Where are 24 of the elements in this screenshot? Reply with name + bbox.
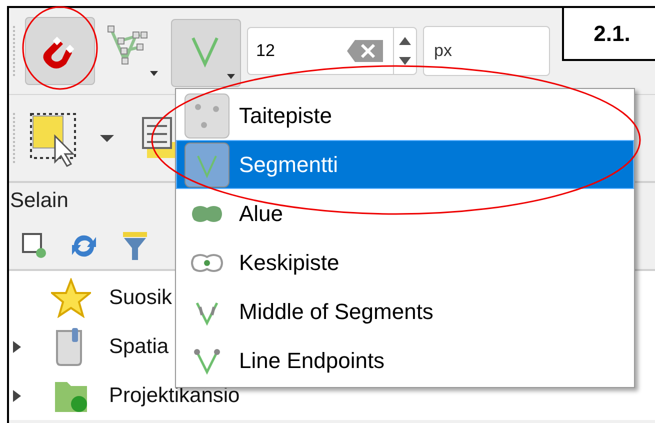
expand-arrow-icon[interactable] bbox=[11, 388, 23, 404]
step-label: 2.1. bbox=[562, 6, 655, 61]
tree-item[interactable]: Spatia bbox=[109, 334, 169, 358]
menu-item[interactable]: Taitepiste bbox=[176, 91, 634, 140]
tree-item[interactable]: Suosik bbox=[109, 286, 172, 310]
vertices-icon bbox=[184, 92, 230, 138]
filter-icon[interactable] bbox=[121, 230, 149, 262]
menu-item[interactable]: Middle of Segments bbox=[176, 287, 634, 336]
menu-item[interactable]: Segmentti bbox=[176, 140, 634, 189]
snapping-button[interactable] bbox=[25, 17, 95, 85]
menu-item[interactable]: Keskipiste bbox=[176, 238, 634, 287]
menu-item[interactable]: Alue bbox=[176, 189, 634, 238]
segment-icon bbox=[184, 142, 230, 188]
unit-dropdown[interactable]: px bbox=[423, 26, 550, 76]
star-icon bbox=[51, 278, 91, 318]
add-layer-icon[interactable] bbox=[21, 232, 47, 260]
area-icon bbox=[190, 204, 224, 224]
panel-title: Selain bbox=[10, 189, 70, 213]
expand-arrow-icon[interactable] bbox=[11, 338, 23, 354]
tolerance-field[interactable]: 12 bbox=[247, 27, 417, 75]
tree-item[interactable]: Projektikansio bbox=[109, 384, 240, 408]
centroid-icon bbox=[190, 252, 224, 272]
menu-item[interactable]: Line Endpoints bbox=[176, 336, 634, 385]
clear-icon bbox=[345, 38, 385, 64]
